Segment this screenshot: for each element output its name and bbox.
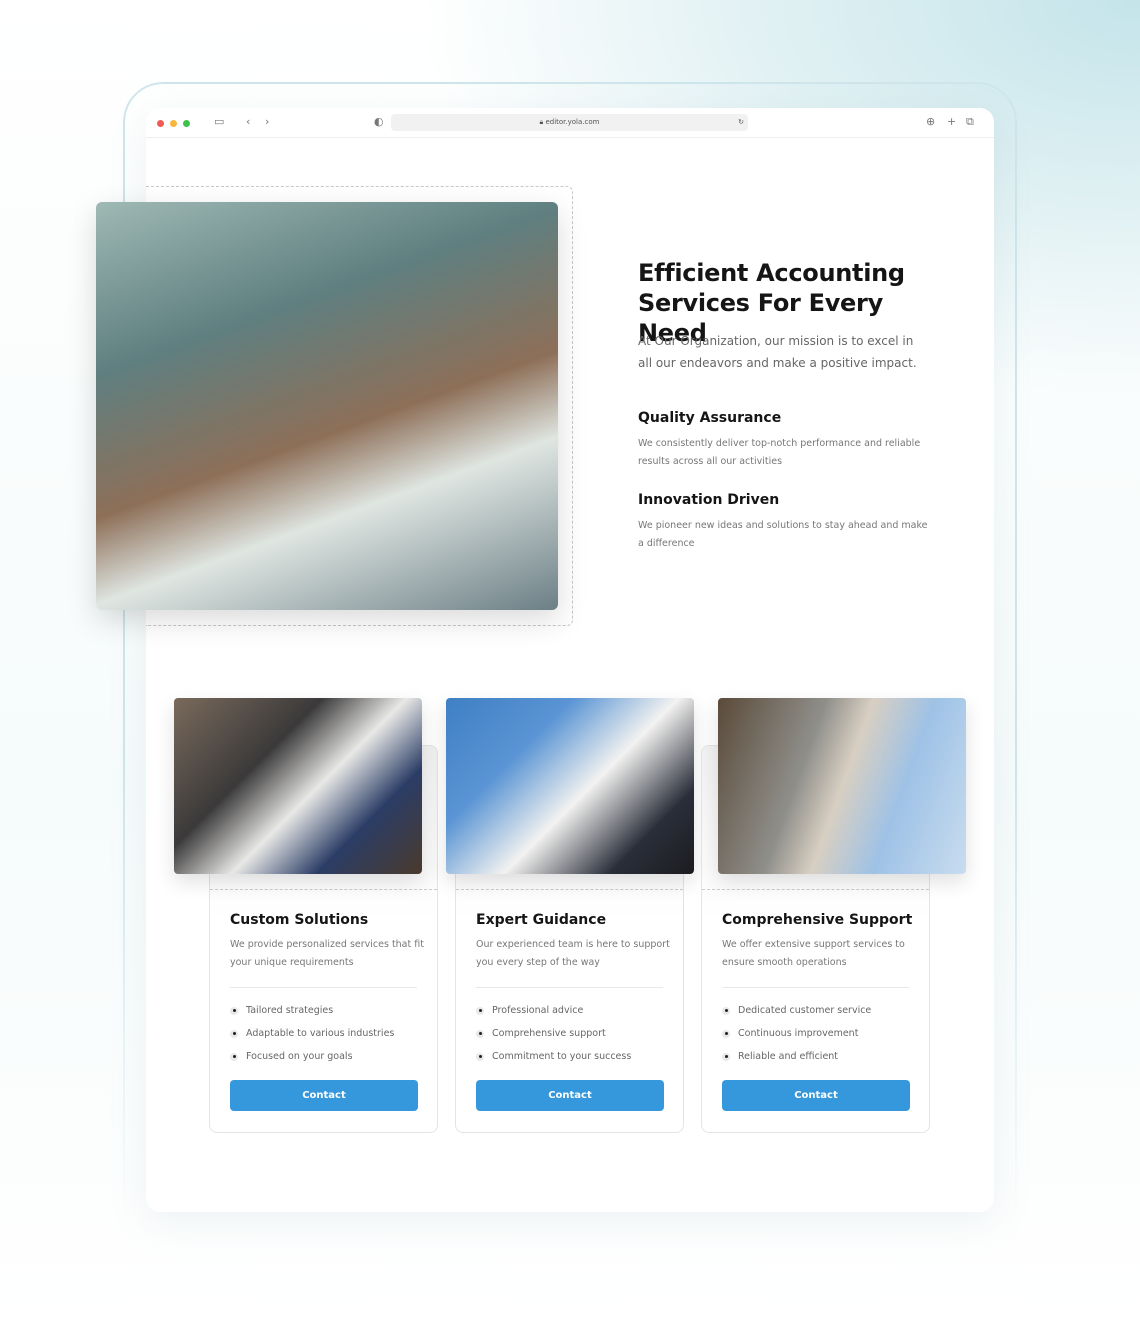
list-item: Focused on your goals [230,1051,353,1062]
feature-description: We pioneer new ideas and solutions to st… [638,520,928,549]
card-description: Our experienced team is here to support … [476,939,670,968]
forward-icon[interactable]: › [265,116,269,128]
divider [210,889,437,890]
feature-description: We consistently deliver top-notch perfor… [638,438,921,467]
bullet-icon [722,1006,730,1015]
list-item-text: Continuous improvement [738,1028,859,1039]
card-title: Custom Solutions [230,912,369,928]
list-item-text: Reliable and efficient [738,1051,839,1062]
hero-image-laptops [96,202,558,610]
list-item: Professional advice [476,1005,583,1016]
list-item-text: Professional advice [492,1005,584,1016]
card-description: We offer extensive support services to e… [722,939,905,968]
list-item: Reliable and efficient [722,1051,838,1062]
bullet-icon [476,1029,484,1038]
list-item: Commitment to your success [476,1051,631,1062]
bullet-icon [722,1052,730,1061]
list-item: Comprehensive support [476,1028,606,1039]
card-description: We provide personalized services that fi… [230,939,424,968]
address-bar[interactable]: 🔒︎ editor.yola.com ↻ [391,114,748,131]
card-title: Expert Guidance [476,912,607,928]
back-icon[interactable]: ‹ [246,116,250,128]
bullet-icon [722,1029,730,1038]
maximize-dot[interactable] [183,120,190,127]
list-item-text: Adaptable to various industries [246,1028,395,1039]
bullet-icon [476,1052,484,1061]
bullet-icon [230,1006,238,1015]
download-icon[interactable]: ⊕ [926,116,935,128]
url-text: editor.yola.com [545,118,600,126]
card-image [446,698,694,874]
list-item: Dedicated customer service [722,1005,871,1016]
divider [456,889,683,890]
bullet-icon [230,1029,238,1038]
divider [476,987,663,988]
reload-icon[interactable]: ↻ [738,114,744,131]
list-item-text: Tailored strategies [246,1005,334,1016]
divider [702,889,929,890]
feature-title: Innovation Driven [638,492,780,508]
hero-description: At Our Organization, our mission is to e… [638,334,917,370]
minimize-dot[interactable] [170,120,177,127]
contact-button[interactable]: Contact [722,1080,910,1111]
card-image [718,698,966,874]
new-tab-icon[interactable]: + [947,116,956,128]
divider [230,987,417,988]
tabs-icon[interactable]: ⧉ [966,116,974,128]
feature-title: Quality Assurance [638,410,782,426]
list-item-text: Comprehensive support [492,1028,606,1039]
list-item-text: Focused on your goals [246,1051,353,1062]
card-image [174,698,422,874]
sidebar-icon[interactable]: ▭ [214,116,224,128]
contact-button[interactable]: Contact [476,1080,664,1111]
browser-toolbar: ▭ ‹ › ◐ 🔒︎ editor.yola.com ↻ ⊕ + ⧉ [146,108,994,138]
list-item-text: Commitment to your success [492,1051,632,1062]
close-dot[interactable] [157,120,164,127]
list-item: Tailored strategies [230,1005,333,1016]
divider [722,987,909,988]
list-item: Adaptable to various industries [230,1028,394,1039]
card-title: Comprehensive Support [722,912,913,928]
list-item: Continuous improvement [722,1028,858,1039]
contact-button[interactable]: Contact [230,1080,418,1111]
shield-icon[interactable]: ◐ [374,116,384,128]
list-item-text: Dedicated customer service [738,1005,872,1016]
bullet-icon [476,1006,484,1015]
bullet-icon [230,1052,238,1061]
